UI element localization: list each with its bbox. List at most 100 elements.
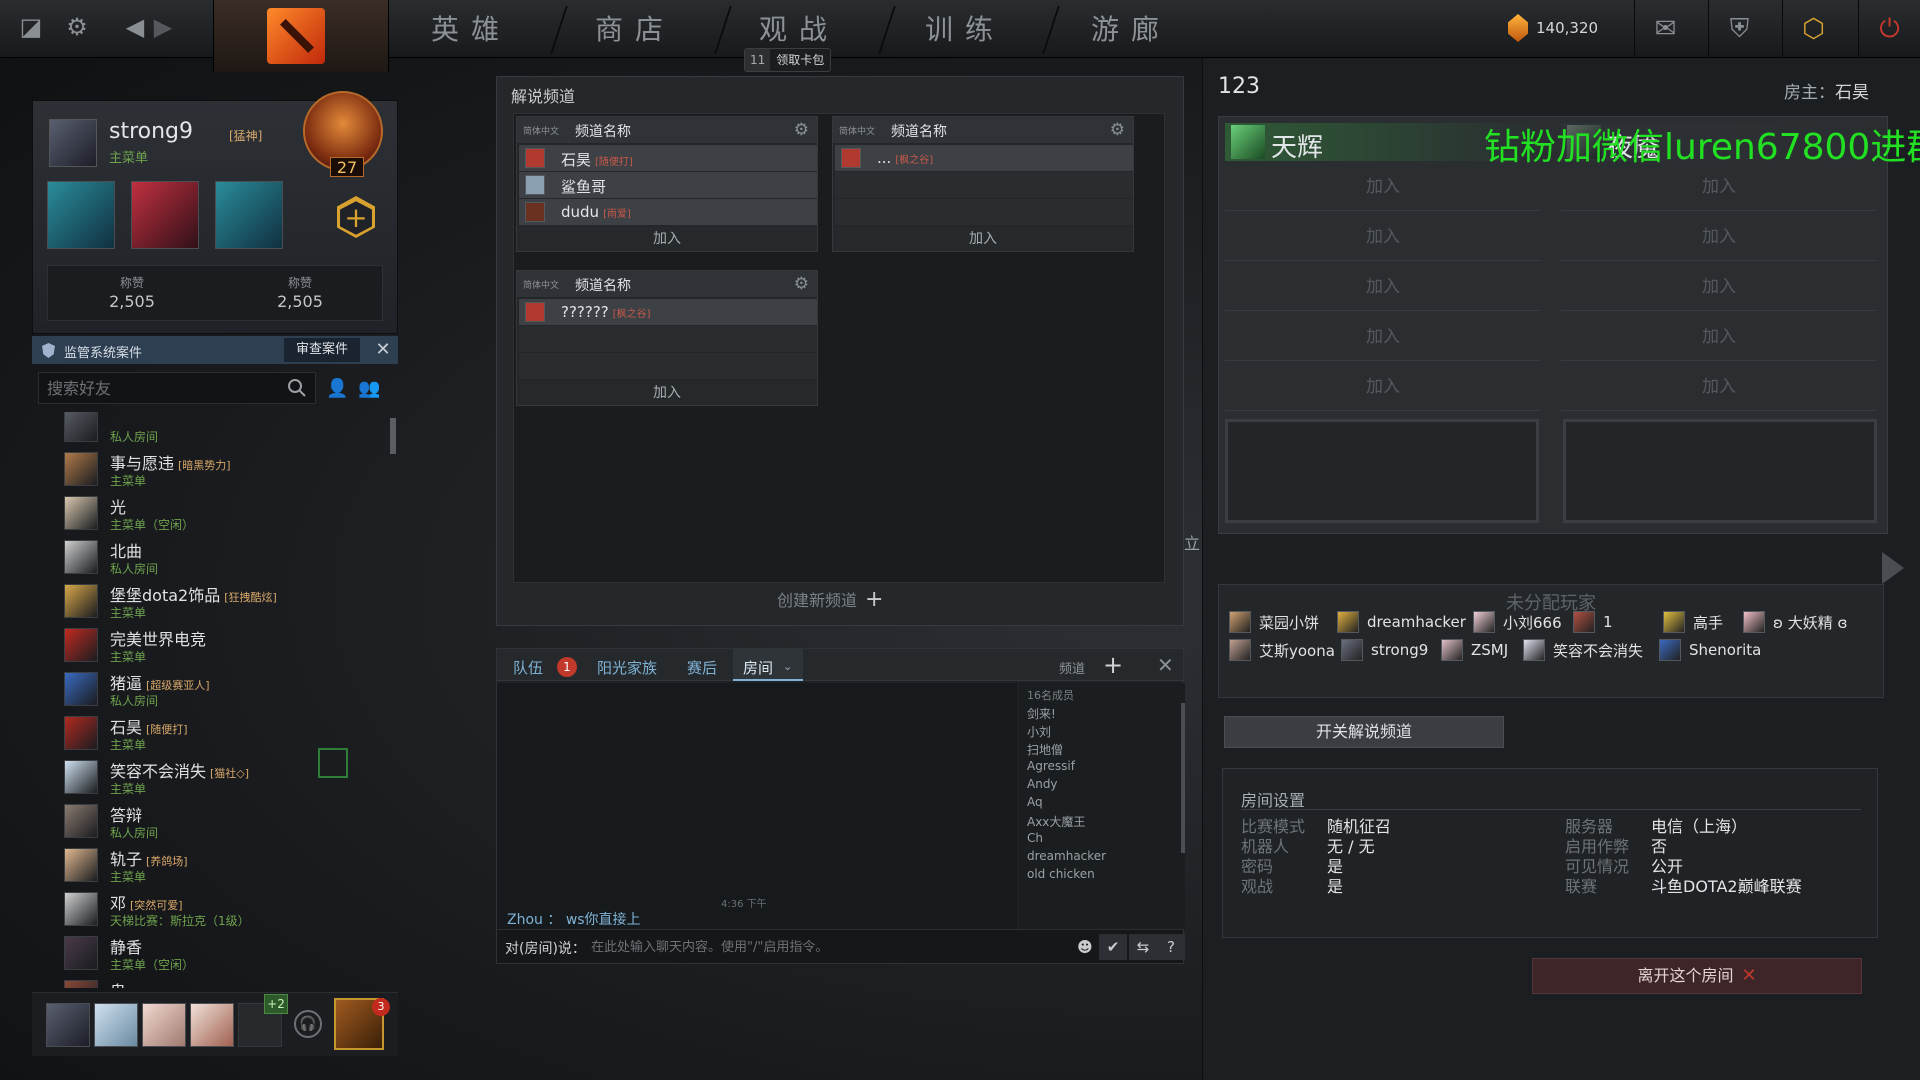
friend-avatar[interactable] bbox=[64, 892, 98, 926]
join-slot-button[interactable]: 加入 bbox=[1225, 263, 1541, 311]
unassigned-player[interactable]: strong9 bbox=[1341, 639, 1428, 663]
power-icon[interactable]: ⏻ bbox=[1858, 0, 1920, 58]
list-item[interactable]: 完美世界电竞 主菜单 bbox=[64, 624, 384, 668]
list-item[interactable]: 私人房间 bbox=[64, 412, 384, 448]
friend-avatar[interactable] bbox=[64, 672, 98, 706]
review-case-button[interactable]: 审查案件 bbox=[284, 338, 360, 362]
close-icon[interactable]: ✕ bbox=[1157, 653, 1174, 677]
unassigned-player[interactable]: 高手 bbox=[1663, 611, 1723, 635]
list-item[interactable]: 事与愿违 [暗黑势力] 主菜单 bbox=[64, 448, 384, 492]
unassigned-player[interactable]: 艾斯yoona bbox=[1229, 639, 1335, 663]
armory-icon[interactable]: ⛨ bbox=[1708, 0, 1770, 58]
member-item[interactable]: Ch bbox=[1027, 831, 1043, 845]
create-channel-button[interactable]: 创建新频道 + bbox=[777, 587, 883, 612]
add-channel-icon[interactable]: + bbox=[1103, 651, 1123, 679]
dota-home-logo-button[interactable] bbox=[213, 0, 389, 72]
search-input[interactable] bbox=[39, 373, 279, 403]
nav-learn[interactable]: 训练 bbox=[890, 12, 1040, 48]
claim-pack-tooltip[interactable]: 11 领取卡包 bbox=[744, 48, 832, 72]
unassigned-player[interactable]: 小刘666 bbox=[1473, 611, 1562, 635]
leave-lobby-button[interactable]: 离开这个房间 ✕ bbox=[1532, 958, 1862, 994]
shards-counter[interactable]: 140,320 bbox=[1508, 14, 1598, 42]
unassigned-player[interactable]: 菜园小饼 bbox=[1229, 611, 1319, 635]
join-channel-button[interactable]: 加入 bbox=[833, 227, 1133, 251]
member-item[interactable]: dreamhacker bbox=[1027, 849, 1106, 863]
join-slot-button[interactable]: 加入 bbox=[1561, 213, 1877, 261]
caster-slot[interactable]: ?????? [枫之谷] bbox=[519, 299, 817, 325]
caster-slot[interactable] bbox=[835, 172, 1133, 198]
expand-arrow-icon[interactable] bbox=[1882, 552, 1904, 584]
avatar[interactable] bbox=[49, 119, 97, 167]
list-item[interactable]: 邓 [突然可爱] 天梯比赛：斯拉克（1级） bbox=[64, 888, 384, 932]
chat-scope-label[interactable]: 对(房间)说： bbox=[505, 938, 586, 958]
voice-chat-icon[interactable]: 🎧 bbox=[294, 1010, 322, 1038]
member-item[interactable]: Andy bbox=[1027, 777, 1058, 791]
friend-avatar[interactable] bbox=[64, 584, 98, 618]
join-slot-button[interactable]: 加入 bbox=[1225, 213, 1541, 261]
join-slot-button[interactable]: 加入 bbox=[1561, 263, 1877, 311]
friend-avatar[interactable] bbox=[64, 452, 98, 486]
party-member-avatar[interactable] bbox=[94, 1003, 138, 1047]
tab-team[interactable]: 队伍 bbox=[513, 657, 543, 678]
nav-heroes[interactable]: 英雄 bbox=[396, 12, 546, 48]
caster-slot[interactable] bbox=[835, 199, 1133, 225]
featured-hero-portrait[interactable] bbox=[215, 181, 283, 249]
list-item[interactable]: 答辩 私人房间 bbox=[64, 800, 384, 844]
join-slot-button[interactable]: 加入 bbox=[1561, 163, 1877, 211]
member-list-scrollbar[interactable] bbox=[1181, 703, 1185, 853]
member-item[interactable]: Agressif bbox=[1027, 759, 1075, 773]
dire-coach-slot[interactable] bbox=[1563, 419, 1877, 523]
list-item[interactable]: 光主菜单（空闲） bbox=[64, 492, 384, 536]
friend-avatar[interactable] bbox=[64, 936, 98, 970]
gear-icon[interactable]: ⚙ bbox=[1110, 120, 1125, 140]
caster-slot[interactable]: dudu [雨爱] bbox=[519, 199, 817, 225]
friend-list-scrollbar[interactable] bbox=[390, 418, 396, 454]
friend-avatar[interactable] bbox=[64, 628, 98, 662]
join-slot-button[interactable]: 加入 bbox=[1225, 163, 1541, 211]
member-item[interactable]: 剑来! bbox=[1027, 705, 1056, 722]
plus-shop-icon[interactable]: ⬡ bbox=[1782, 0, 1844, 58]
unassigned-player[interactable]: dreamhacker bbox=[1337, 611, 1466, 635]
friend-avatar[interactable] bbox=[64, 540, 98, 574]
featured-hero-portrait[interactable] bbox=[47, 181, 115, 249]
gear-icon[interactable]: ⚙ bbox=[794, 120, 809, 140]
friend-avatar[interactable] bbox=[64, 412, 98, 442]
unassigned-player[interactable]: ʚ 大妖精 ɞ bbox=[1743, 611, 1847, 635]
close-icon[interactable]: ✕ bbox=[372, 338, 394, 362]
add-friend-icon[interactable]: 👤 bbox=[326, 378, 352, 400]
party-member-avatar[interactable] bbox=[46, 1003, 90, 1047]
unassigned-player[interactable]: Shenorita bbox=[1659, 639, 1761, 663]
join-channel-button[interactable]: 加入 bbox=[517, 381, 817, 405]
list-item[interactable]: 堡堡dota2饰品 [狂拽酷炫] 主菜单 bbox=[64, 580, 384, 624]
list-item[interactable]: 北曲 私人房间 bbox=[64, 536, 384, 580]
player-name[interactable]: strong9 bbox=[109, 119, 193, 144]
join-slot-button[interactable]: 加入 bbox=[1561, 313, 1877, 361]
list-item[interactable]: 静香 主菜单（空闲） bbox=[64, 932, 384, 976]
list-item[interactable]: 轨子 [养鸽场] 主菜单 bbox=[64, 844, 384, 888]
message-author[interactable]: Zhou bbox=[507, 912, 543, 928]
party-member-avatar[interactable] bbox=[142, 1003, 186, 1047]
member-item[interactable]: Axx大魔王 bbox=[1027, 813, 1085, 830]
extra-party-count[interactable]: +2 bbox=[264, 994, 288, 1014]
friends-group-icon[interactable]: 👥 bbox=[358, 378, 384, 400]
friend-avatar[interactable] bbox=[64, 804, 98, 838]
nav-watch[interactable]: 观战 bbox=[724, 12, 874, 48]
friend-avatar[interactable] bbox=[64, 848, 98, 882]
emoji-icon[interactable]: ☻ bbox=[1071, 934, 1099, 960]
caster-slot[interactable]: 石昊 [随便打] bbox=[519, 145, 817, 171]
join-slot-button[interactable]: 加入 bbox=[1225, 313, 1541, 361]
nav-arcade[interactable]: 游廊 bbox=[1056, 12, 1206, 48]
chevron-down-icon[interactable]: ⌄ bbox=[783, 660, 792, 673]
friend-avatar[interactable] bbox=[64, 496, 98, 530]
join-channel-button[interactable]: 加入 bbox=[517, 227, 817, 251]
search-icon[interactable] bbox=[287, 378, 307, 398]
friend-avatar[interactable] bbox=[64, 980, 98, 988]
chat-input[interactable] bbox=[591, 934, 1051, 960]
featured-hero-portrait[interactable] bbox=[131, 181, 199, 249]
join-slot-button[interactable]: 加入 bbox=[1561, 363, 1877, 411]
host-name[interactable]: 石昊 bbox=[1835, 83, 1869, 103]
friend-avatar[interactable] bbox=[64, 716, 98, 750]
mail-icon[interactable]: ✉ bbox=[1634, 0, 1696, 58]
friend-avatar[interactable] bbox=[64, 760, 98, 794]
help-button[interactable]: ? bbox=[1157, 934, 1185, 960]
